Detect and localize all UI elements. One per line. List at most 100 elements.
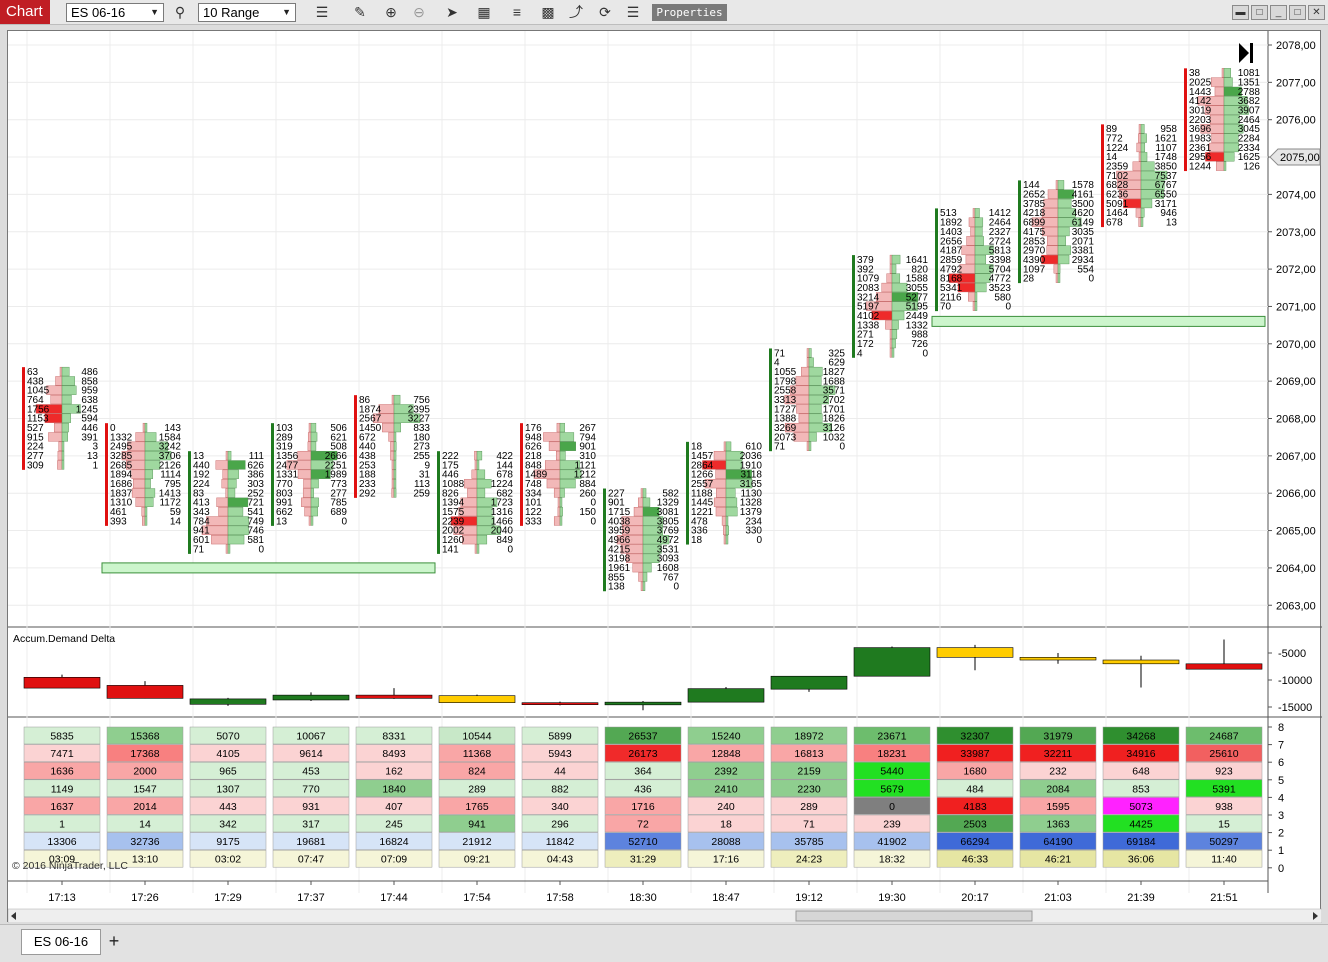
ask-volume-label: 126 xyxy=(1243,162,1260,173)
bid-volume-bar xyxy=(968,217,976,227)
pointer-icon[interactable]: ➤ xyxy=(442,3,462,22)
ask-volume-label: 1 xyxy=(92,460,98,471)
ask-volume-bar xyxy=(1057,180,1065,190)
bid-volume-bar xyxy=(55,376,63,386)
properties-button[interactable]: Properties xyxy=(652,4,727,21)
delta-bar xyxy=(687,688,765,703)
stats-cell-value: 923 xyxy=(1215,766,1233,778)
bid-volume-bar xyxy=(474,460,478,470)
stats-cell-value: 1680 xyxy=(963,766,987,778)
ask-volume-bar xyxy=(144,488,156,498)
bar-type-icon[interactable]: ☰ xyxy=(312,3,332,22)
chart-canvas[interactable]: 2078,00 2077,00 2076,00 2075,00 2074,00 2073,… xyxy=(8,31,1322,923)
stats-cell-value: 46:21 xyxy=(1045,854,1071,866)
stats-cell-value: 1637 xyxy=(50,801,74,813)
bid-volume-bar xyxy=(131,488,146,498)
ask-volume-bar xyxy=(1057,264,1061,274)
stats-cell-value: 34916 xyxy=(1126,748,1155,760)
price-tick-label: 2066,00 xyxy=(1276,488,1316,500)
bid-volume-label: 309 xyxy=(27,460,44,471)
restore-icon[interactable]: □ xyxy=(1251,5,1268,20)
stats-cell-value: 31979 xyxy=(1043,731,1072,743)
bid-volume-bar xyxy=(806,357,810,367)
period-selector[interactable]: 10 Range ▼ xyxy=(198,3,296,22)
stats-cell-value: 13306 xyxy=(47,836,76,848)
ask-volume-bar xyxy=(808,348,812,358)
ask-volume-bar xyxy=(725,497,738,507)
maximize-icon[interactable]: □ xyxy=(1289,5,1306,20)
data-box-icon[interactable]: ▦ xyxy=(474,3,494,22)
ask-volume-bar xyxy=(227,488,236,498)
stats-cell-value: 28088 xyxy=(711,836,740,848)
bid-volume-bar xyxy=(307,432,312,442)
bar-direction-marker xyxy=(1101,124,1104,228)
minimize-icon[interactable]: ▬ xyxy=(1232,5,1249,20)
stats-cell-value: 5899 xyxy=(548,731,572,743)
bid-volume-bar xyxy=(303,478,312,489)
bid-volume-bar xyxy=(1136,142,1142,153)
stats-cell-value: 931 xyxy=(302,801,320,813)
tab-es-06-16[interactable]: ES 06-16 xyxy=(21,929,101,955)
ask-volume-bar xyxy=(144,516,148,526)
bid-volume-bar xyxy=(1055,273,1059,283)
ask-volume-bar xyxy=(310,441,317,451)
list-icon[interactable]: ☰ xyxy=(623,3,643,22)
close-icon[interactable]: ✕ xyxy=(1308,5,1325,20)
delta-bar xyxy=(770,675,848,690)
ask-volume-bar xyxy=(974,217,984,227)
bid-volume-bar xyxy=(307,441,312,451)
ask-volume-bar xyxy=(1140,217,1144,227)
minimize-window-icon[interactable]: _ xyxy=(1270,5,1287,20)
ask-volume-bar xyxy=(1057,236,1067,246)
stats-cell-value: 0 xyxy=(889,801,895,813)
stats-cell-value: 17368 xyxy=(130,748,159,760)
zoom-in-icon[interactable]: ⊕ xyxy=(381,3,401,22)
stats-cell-value: 289 xyxy=(800,801,818,813)
stats-cell-value: 8331 xyxy=(382,731,406,743)
bid-volume-bar xyxy=(390,450,395,461)
ask-volume-bar xyxy=(1223,152,1235,162)
ask-volume-bar xyxy=(144,460,161,470)
stats-cell-value: 15 xyxy=(1218,819,1230,831)
drawing-tools-icon[interactable]: ⤴ xyxy=(566,3,586,22)
delta-tick-label: -5000 xyxy=(1278,648,1306,660)
zoom-out-icon[interactable]: ⊖ xyxy=(409,3,429,22)
bid-volume-bar xyxy=(301,497,312,507)
price-tick-label: 2071,00 xyxy=(1276,301,1316,313)
ask-volume-bar xyxy=(642,497,651,507)
delta-bar xyxy=(1102,659,1180,665)
ask-volume-bar xyxy=(559,488,565,498)
add-tab-button[interactable]: + xyxy=(103,929,125,955)
bid-volume-bar xyxy=(885,320,893,330)
instrument-selector[interactable]: ES 06-16 ▼ xyxy=(66,3,164,22)
ask-volume-bar xyxy=(227,460,246,470)
bid-volume-label: 70 xyxy=(940,302,952,313)
bid-volume-bar xyxy=(221,478,229,489)
stats-cell-value: 2014 xyxy=(133,801,157,813)
ask-volume-bar xyxy=(559,450,566,461)
pencil-icon[interactable]: ✎ xyxy=(350,3,370,22)
stats-cell-value: 453 xyxy=(302,766,320,778)
bar-direction-marker xyxy=(769,348,772,452)
search-icon[interactable]: ⚲ xyxy=(170,3,190,22)
strategy-icon[interactable]: ≡ xyxy=(507,3,527,22)
stats-cell-value: 44 xyxy=(554,766,566,778)
indicator-icon[interactable]: ▩ xyxy=(538,3,558,22)
bid-volume-bar xyxy=(53,422,63,433)
bid-volume-bar xyxy=(218,507,229,517)
bid-volume-bar xyxy=(225,450,229,461)
time-tick-label: 21:51 xyxy=(1210,892,1238,904)
go-to-end-icon xyxy=(1239,43,1249,63)
bid-volume-bar xyxy=(543,432,561,442)
ask-volume-bar xyxy=(476,544,480,554)
reload-icon[interactable]: ⟳ xyxy=(595,3,615,22)
bid-volume-bar xyxy=(798,413,810,423)
bid-volume-bar xyxy=(723,441,727,451)
ask-volume-bar xyxy=(642,581,646,591)
table-tick-label: 6 xyxy=(1278,757,1284,769)
chart-panel[interactable]: 2078,00 2077,00 2076,00 2075,00 2074,00 2073,… xyxy=(7,30,1322,923)
bid-volume-bar xyxy=(131,469,146,479)
stats-cell-value: 03:02 xyxy=(215,854,241,866)
stats-cell-value: 1363 xyxy=(1046,819,1070,831)
ask-volume-bar xyxy=(974,208,980,218)
